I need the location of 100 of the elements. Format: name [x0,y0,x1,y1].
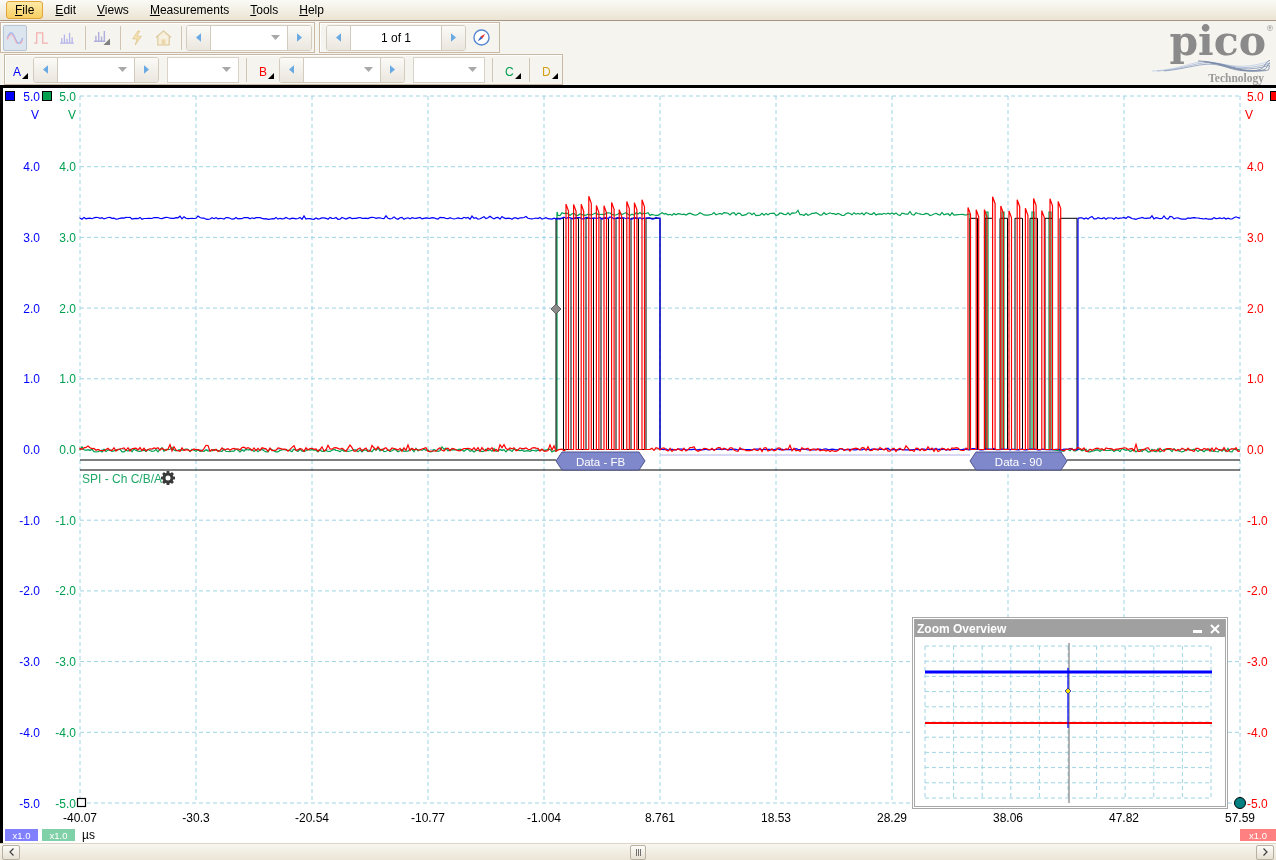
time-tick-label: 38.06 [993,811,1023,825]
sine-wave-icon [6,31,24,44]
corner-triangle-icon [514,72,521,79]
axis-tick-label: 1.0 [23,372,40,387]
axis-tick-label: 4.0 [23,160,40,175]
axis-tick-label: 2.0 [23,301,40,316]
pulse-icon [33,31,49,44]
chevron-right-icon [1262,848,1268,856]
mode-button[interactable] [3,24,27,51]
axis-tick-label: -1.0 [55,513,76,528]
scroll-left-button[interactable] [2,844,20,860]
axis-tick-label: 5.0 [59,89,76,104]
dropdown[interactable] [57,57,135,82]
left-triangle-icon [43,65,48,74]
axis-tick-label: 3.0 [23,230,40,245]
menu-item[interactable]: Views [88,1,138,19]
corner-triangle-icon [551,72,558,79]
menu-item[interactable]: Edit [46,1,86,19]
menu-item[interactable]: File [6,1,44,19]
axis-tick-label: -2.0 [55,584,76,599]
time-tick-label: -20.54 [295,811,329,825]
caret-down-icon [468,67,477,72]
scroll-right-button[interactable] [1256,844,1274,860]
axis-tick-label: -4.0 [55,725,76,740]
axis-tick-label: 1.0 [59,372,76,387]
axis-tick-label: 2.0 [1247,301,1264,316]
axis-tick-label: 4.0 [59,160,76,175]
caret-down-icon [222,67,231,72]
gear-icon[interactable] [161,471,175,485]
next-button[interactable] [135,57,158,82]
axis-tick-label: -4.0 [1247,725,1268,740]
next-button[interactable] [442,25,465,50]
logo-tagline: Technology [1208,72,1264,84]
axis-tick-label: 3.0 [1247,230,1264,245]
dropdown[interactable] [210,25,288,50]
time-tick-label: 47.82 [1109,811,1139,825]
caret-down-icon [364,67,373,72]
left-triangle-icon [336,33,341,42]
previous-button[interactable] [187,25,210,50]
axis-unit-label: V [68,108,76,122]
scale-badge: x1.0 [1240,829,1276,841]
menu-item[interactable]: Help [290,1,333,19]
time-tick-label: -1.004 [527,811,561,825]
time-tick-label: 57.59 [1225,811,1255,825]
scrollbar-thumb[interactable] [630,844,646,860]
next-button[interactable] [381,57,404,82]
scale-badge: x1.0 [42,829,75,841]
dropdown[interactable] [413,56,485,83]
axis-tick-label: -1.0 [1247,513,1268,528]
axis-tick-label: -3.0 [19,655,40,670]
time-tick-label: 28.29 [877,811,907,825]
dropdown[interactable] [167,56,239,83]
next-button[interactable] [288,25,311,50]
square-marker-icon[interactable] [76,797,87,808]
circle-marker-icon[interactable] [1234,797,1246,809]
dropdown[interactable] [303,57,381,82]
axis-tick-label: -5.0 [1247,796,1268,811]
menu-item[interactable]: Measurements [140,1,239,19]
time-tick-label: 8.761 [645,811,675,825]
diamond-marker-icon[interactable] [1064,687,1072,695]
zoom-position-line[interactable] [1068,643,1070,803]
axis-tick-label: 0.0 [59,443,76,457]
left-triangle-icon [196,33,201,42]
axis-tick-label: -2.0 [19,584,40,599]
bar-chart-icon [59,31,75,44]
axis-tick-label: 0.0 [23,443,40,457]
scale-badge: x1.0 [5,829,38,841]
time-tick-label: -30.3 [182,811,210,825]
axis-tick-label: 2.0 [59,301,76,316]
caret-down-icon [118,67,127,72]
time-unit-label: µs [82,828,95,842]
time-tick-label: -10.77 [411,811,445,825]
close-icon[interactable] [1210,623,1220,634]
chevron-left-icon [8,848,14,856]
previous-button[interactable] [34,57,57,82]
axis-tick-label: 5.0 [23,89,40,104]
previous-button[interactable] [280,57,303,82]
left-triangle-icon [289,65,294,74]
time-tick-label: 18.53 [761,811,791,825]
axis-unit-label: V [1245,108,1253,122]
window-title: Zoom Overview [917,621,1007,636]
diamond-marker-icon[interactable] [550,303,562,315]
channel-button[interactable]: A [8,56,30,83]
axis-tick-label: -4.0 [19,725,40,740]
axis-unit-label: V [31,108,39,122]
previous-button[interactable] [327,25,350,50]
axis-tick-label: -2.0 [1247,584,1268,599]
time-tick-label: -40.07 [63,811,97,825]
corner-triangle-icon [22,72,28,79]
axis-tick-label: 5.0 [1247,89,1264,104]
axis-tick-label: 0.0 [1247,443,1264,457]
home-icon [154,29,172,46]
channel-button[interactable]: B [254,56,276,83]
menu-item[interactable]: Tools [241,1,288,19]
lightning-icon [130,29,144,46]
decoder-label: SPI - Ch C/B/A [82,472,163,486]
axis-tick-label: -1.0 [19,513,40,528]
right-triangle-icon [451,33,456,42]
right-triangle-icon [297,33,302,42]
caret-down-icon [271,35,280,40]
